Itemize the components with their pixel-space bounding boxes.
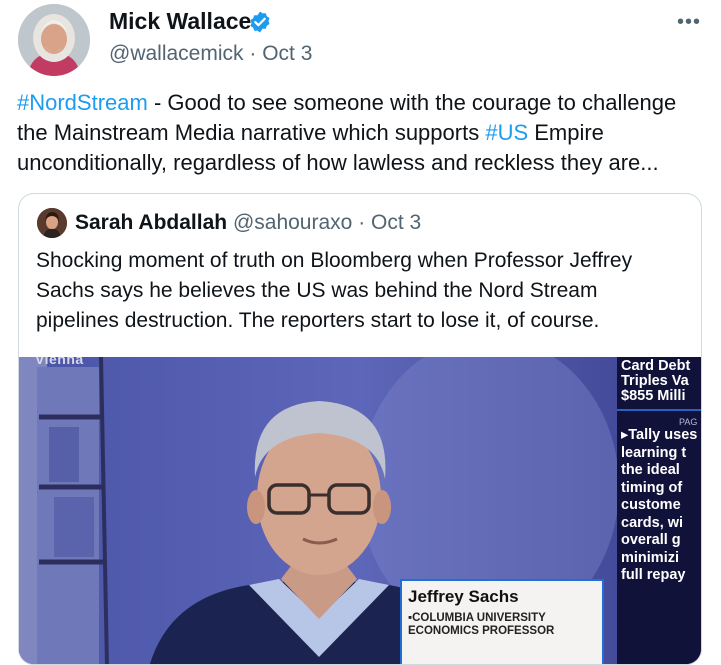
quoted-tweet[interactable]: Sarah Abdallah @sahouraxo · Oct 3 Shocki…	[18, 193, 702, 665]
author-avatar[interactable]	[18, 4, 90, 76]
author-name[interactable]: Mick Wallace	[109, 8, 251, 35]
hashtag-us[interactable]: #US	[485, 120, 528, 145]
quote-header: Sarah Abdallah @sahouraxo · Oct 3	[75, 211, 421, 235]
video-news-ticker: Card Debt Triples Va $855 Milli PAG ▸Tal…	[617, 357, 701, 664]
quote-date[interactable]: Oct 3	[371, 211, 421, 234]
more-options-icon[interactable]: •••	[672, 8, 706, 36]
quote-text: Shocking moment of truth on Bloomberg wh…	[36, 249, 633, 332]
video-thumbnail[interactable]: Vienna Jeffrey Sachs ▪COLUMBIA UNIVERSIT…	[19, 357, 701, 664]
handle-date-line: @wallacemick · Oct 3	[109, 42, 312, 66]
ticker-page-label: PAG	[679, 417, 698, 427]
lower-third-title: ▪COLUMBIA UNIVERSITY ECONOMICS PROFESSOR	[408, 612, 555, 637]
author-handle[interactable]: @wallacemick	[109, 42, 244, 65]
video-lower-third: Jeffrey Sachs ▪COLUMBIA UNIVERSITY ECONO…	[400, 579, 604, 664]
quote-separator-dot: ·	[358, 211, 366, 234]
ticker-headline: Card Debt Triples Va $855 Milli	[621, 358, 691, 404]
tweet-date[interactable]: Oct 3	[262, 42, 312, 65]
verified-badge-icon	[250, 11, 270, 33]
hashtag-nordstream[interactable]: #NordStream	[17, 90, 148, 115]
quote-author-avatar[interactable]	[37, 208, 67, 238]
quote-author-name[interactable]: Sarah Abdallah	[75, 211, 227, 234]
video-location-label: Vienna	[35, 357, 84, 367]
ticker-divider	[617, 409, 701, 411]
tweet: Mick Wallace @wallacemick · Oct 3 ••• #N…	[0, 0, 721, 665]
separator-dot: ·	[249, 42, 257, 65]
tweet-text: #NordStream - Good to see someone with t…	[17, 88, 707, 178]
lower-third-name: Jeffrey Sachs	[408, 587, 519, 606]
ticker-body: ▸Tally uses learning t the ideal timing …	[621, 427, 698, 583]
quote-author-handle[interactable]: @sahouraxo	[233, 211, 352, 234]
